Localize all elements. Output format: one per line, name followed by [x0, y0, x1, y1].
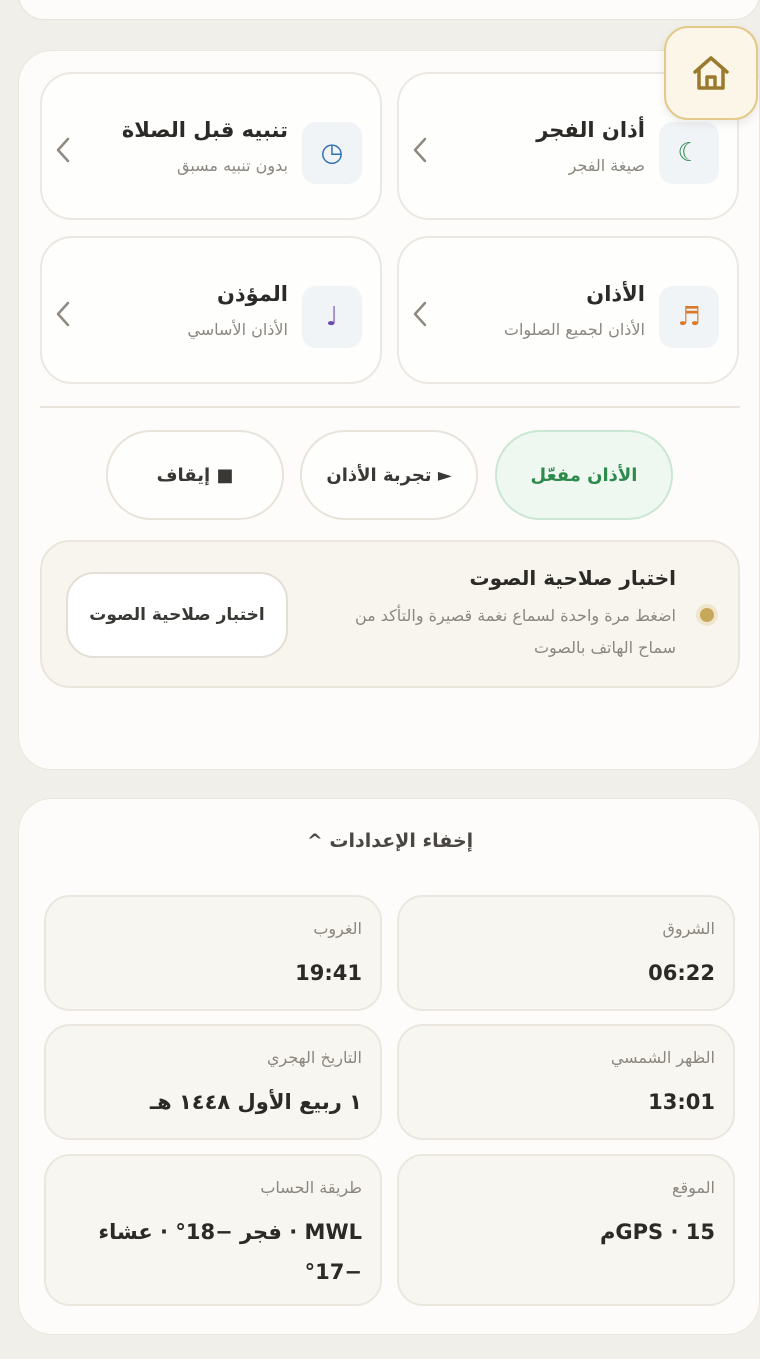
- tile-title: المؤذن: [216, 282, 288, 306]
- tile-title: الأذان: [586, 282, 645, 306]
- info-value: 19:41: [295, 961, 362, 985]
- stop-button[interactable]: ■ إيقاف: [106, 430, 284, 520]
- info-label: التاريخ الهجري: [267, 1048, 362, 1067]
- tile-pre-prayer-alert[interactable]: ◷ تنبيه قبل الصلاة بدون تنبيه مسبق: [40, 72, 382, 220]
- status-dot: [696, 604, 718, 626]
- info-sunset: الغروب 19:41: [44, 895, 382, 1011]
- chevron-left-icon: [56, 301, 70, 327]
- info-label: الموقع: [672, 1178, 715, 1197]
- previous-card-bottom: [18, 0, 760, 20]
- hide-settings-toggle[interactable]: إخفاء الإعدادات ^: [0, 830, 760, 852]
- sound-check-description: اضغط مرة واحدة لسماع نغمة قصيرة والتأكد …: [354, 606, 676, 657]
- info-value: GPS · 15م: [600, 1220, 715, 1244]
- tile-title: تنبيه قبل الصلاة: [121, 118, 288, 142]
- info-label: طريقة الحساب: [260, 1178, 362, 1197]
- tile-subtitle: الأذان الأساسي: [187, 320, 288, 339]
- info-hijri-date: التاريخ الهجري ١ ربيع الأول ١٤٤٨ هـ: [44, 1024, 382, 1140]
- chevron-left-icon: [56, 137, 70, 163]
- tile-title: أذان الفجر: [536, 118, 645, 142]
- sound-check-button[interactable]: اختبار صلاحية الصوت: [66, 572, 288, 658]
- info-sunrise: الشروق 06:22: [397, 895, 735, 1011]
- tile-subtitle: الأذان لجميع الصلوات: [503, 320, 645, 339]
- info-value: MWL · فجر −18° · عشاء −17°: [98, 1220, 362, 1284]
- home-button[interactable]: [664, 26, 758, 120]
- info-label: الغروب: [313, 919, 362, 938]
- info-solar-noon: الظهر الشمسي 13:01: [397, 1024, 735, 1140]
- info-calc-method: طريقة الحساب MWL · فجر −18° · عشاء −17°: [44, 1154, 382, 1306]
- info-label: الظهر الشمسي: [610, 1048, 715, 1067]
- crescent-moon-icon: ☾: [659, 122, 719, 184]
- info-location: الموقع GPS · 15م: [397, 1154, 735, 1306]
- info-value: 06:22: [648, 961, 715, 985]
- chevron-left-icon: [413, 137, 427, 163]
- info-value: ١ ربيع الأول ١٤٤٨ هـ: [149, 1090, 362, 1114]
- music-notes-icon: ♬: [659, 286, 719, 348]
- chevron-left-icon: [413, 301, 427, 327]
- info-value: 13:01: [648, 1090, 715, 1114]
- music-note-icon: ♩: [302, 286, 362, 348]
- home-icon: [693, 56, 729, 90]
- adhan-enabled-toggle[interactable]: الأذان مفعّل: [495, 430, 673, 520]
- info-label: الشروق: [662, 919, 715, 938]
- clock-icon: ◷: [302, 122, 362, 184]
- tile-subtitle: بدون تنبيه مسبق: [176, 156, 288, 175]
- tile-muezzin[interactable]: ♩ المؤذن الأذان الأساسي: [40, 236, 382, 384]
- sound-check-panel: اختبار صلاحية الصوت اضغط مرة واحدة لسماع…: [40, 540, 740, 688]
- tile-subtitle: صيغة الفجر: [568, 156, 645, 175]
- tile-adhan[interactable]: ♬ الأذان الأذان لجميع الصلوات: [397, 236, 739, 384]
- divider: [40, 406, 740, 408]
- test-adhan-button[interactable]: ► تجربة الأذان: [300, 430, 478, 520]
- sound-check-title: اختبار صلاحية الصوت: [469, 566, 676, 590]
